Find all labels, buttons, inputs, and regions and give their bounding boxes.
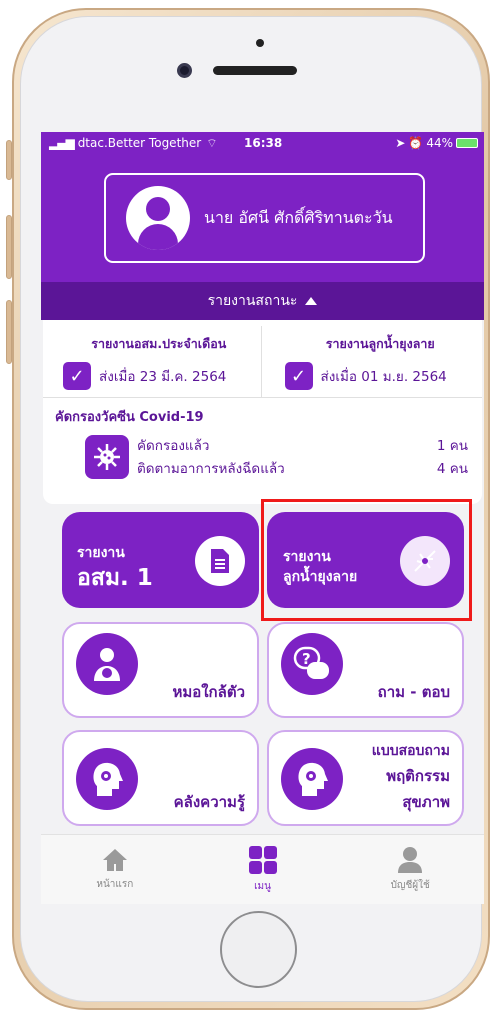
question-chat-icon: ? [281,633,343,695]
battery-percent: 44% [426,136,453,150]
tab-account[interactable]: บัญชีผู้ใช้ [336,835,484,904]
knowledge-tile[interactable]: คลังความรู้ [62,730,259,826]
signal-icon: ▂▄▆ [49,136,75,150]
profile-card[interactable]: นาย อัศนี ศักดิ์ศิริทานตะวัน [104,173,425,263]
health-survey-tile[interactable]: แบบสอบถาม พฤติกรรม สุขภาพ [267,730,464,826]
survey-line2: พฤติกรรม [386,767,450,785]
osm-report-line2: อสม. 1 [77,565,153,591]
status-bar: ▂▄▆ dtac.Better Together ⌔ 16:38 ➤ ⏰ 44% [41,132,484,154]
proximity-sensor [256,39,264,47]
status-report-label: รายงานสถานะ [207,293,298,309]
check-icon: ✓ [63,362,91,390]
summary-card: รายงานอสม.ประจำเดือน ✓ ส่งเมื่อ 23 มี.ค.… [43,320,482,504]
covid-followup-row: ติดตามอาการหลังฉีดแล้ว 4 คน [137,458,468,481]
covid-screened-row: คัดกรองแล้ว 1 คน [137,435,468,458]
knowledge-label: คลังความรู้ [173,793,245,811]
doctor-icon [76,633,138,695]
grid-icon [248,846,277,874]
covid-title: คัดกรองวัคซีน Covid-19 [55,410,204,425]
phone-side-button [6,140,12,180]
covid-screened-value: 1 คน [436,438,468,454]
osm-report-tile[interactable]: รายงาน อสม. 1 [62,512,259,608]
wifi-icon: ⌔ [206,135,218,150]
document-icon [195,536,245,586]
user-icon [398,847,423,873]
home-button[interactable] [220,911,297,988]
virus-icon [85,435,129,479]
qa-tile[interactable]: ? ถาม - ตอบ [267,622,464,718]
covid-followup-value: 4 คน [436,461,468,477]
app-screen: ▂▄▆ dtac.Better Together ⌔ 16:38 ➤ ⏰ 44%… [41,132,484,904]
tab-home[interactable]: หน้าแรก [41,835,189,904]
qa-label: ถาม - ตอบ [377,683,450,701]
front-camera [177,63,192,78]
phone-side-button [6,215,12,279]
tab-menu[interactable]: เมนู [189,835,337,904]
covid-screened-label: คัดกรองแล้ว [137,438,210,454]
profile-header: นาย อัศนี ศักดิ์ศิริทานตะวัน [41,154,484,282]
carrier-label: dtac.Better Together [77,136,202,150]
phone-side-button [6,300,12,364]
check-icon: ✓ [284,362,313,390]
doctor-near-tile[interactable]: หมอใกล้ตัว [62,622,259,718]
alarm-icon: ⏰ [408,136,424,150]
tab-bar: หน้าแรก เมนู บัญชีผู้ใช้ [41,834,484,904]
larvae-report-status[interactable]: รายงานลูกน้ำยุงลาย ✓ ส่งเมื่อ 01 ม.ย. 25… [260,326,483,397]
head-gear-icon [76,748,138,810]
survey-line1: แบบสอบถาม [371,743,450,759]
chevron-up-icon [305,297,318,305]
monthly-report-title: รายงานอสม.ประจำเดือน [91,336,227,351]
profile-name: นาย อัศนี ศักดิ์ศิริทานตะวัน [204,207,393,227]
monthly-report-sent: ส่งเมื่อ 23 มี.ค. 2564 [99,369,227,385]
larvae-report-title: รายงานลูกน้ำยุงลาย [325,336,435,351]
earpiece-speaker [213,66,297,75]
battery-icon [456,138,478,148]
tab-account-label: บัญชีผู้ใช้ [390,880,430,891]
covid-summary[interactable]: คัดกรองแล้ว 1 คน ติดตามอาการหลังฉีดแล้ว … [43,435,482,481]
home-icon [102,849,127,871]
larvae-report-sent: ส่งเมื่อ 01 ม.ย. 2564 [320,369,447,385]
head-gear-icon [281,748,343,810]
survey-line3: สุขภาพ [402,793,450,811]
tab-home-label: หน้าแรก [96,879,134,890]
avatar-icon [126,186,190,250]
monthly-report-status[interactable]: รายงานอสม.ประจำเดือน ✓ ส่งเมื่อ 23 มี.ค.… [43,326,261,397]
location-icon: ➤ [395,136,406,150]
status-report-toggle[interactable]: รายงานสถานะ [41,282,484,320]
clock: 16:38 [244,136,283,150]
highlight-box [261,499,472,621]
tab-menu-label: เมนู [254,881,271,892]
covid-followup-label: ติดตามอาการหลังฉีดแล้ว [137,461,285,477]
doctor-near-label: หมอใกล้ตัว [172,683,245,701]
